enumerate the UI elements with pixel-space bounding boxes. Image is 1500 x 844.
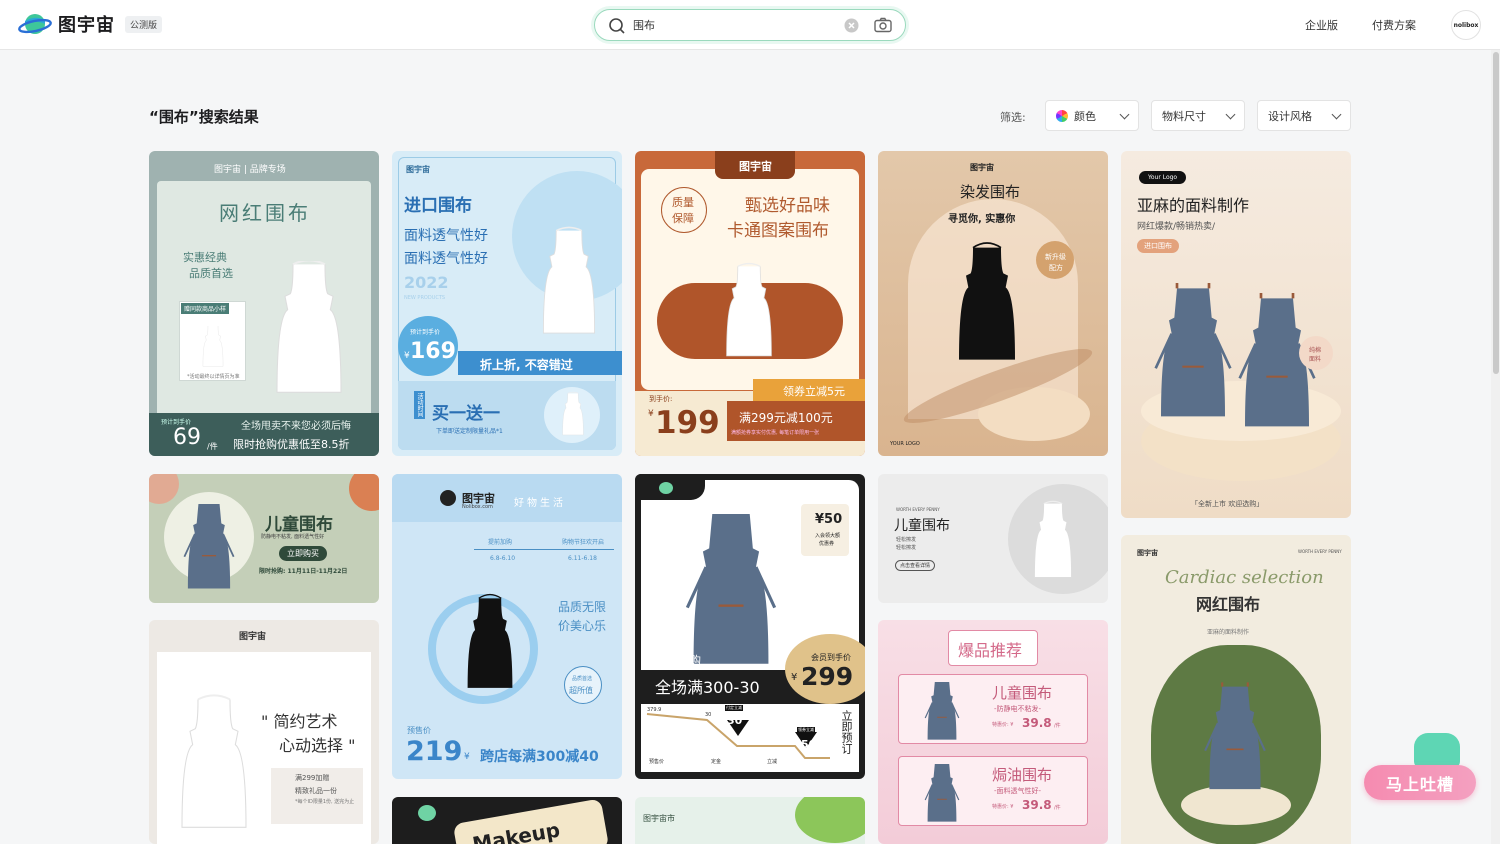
template-card-12[interactable]: 图宇宙 " 简约艺术 心动选择 " 满299加赠 精致礼品一份 *每个ID限量1…	[149, 620, 379, 844]
detail-button[interactable]: 点击查看详情	[895, 560, 936, 571]
filter-color-label: 颜色	[1074, 109, 1096, 123]
beta-badge: 公测版	[125, 15, 163, 33]
template-card-5[interactable]: Your Logo 亚麻的面料制作 网红爆款/畅销热卖/ 进口围布 纯棉 面料 …	[1121, 151, 1351, 518]
card-title: 亚麻的面料制作	[1137, 196, 1250, 215]
card-title: 爆品推荐	[958, 641, 1023, 660]
template-card-6[interactable]: 儿童围布 防静电不粘发, 面料透气性好 立即购买 限时抢购: 11月11日-11…	[149, 474, 379, 603]
card-title: 儿童围布	[265, 515, 333, 535]
buy-button[interactable]: 立即购买	[279, 546, 327, 561]
card-title: 儿童围布	[894, 518, 950, 534]
card-brand: 图宇宙	[739, 160, 772, 173]
card-title: 进口围布	[404, 196, 472, 216]
template-card-4[interactable]: 图宇宙 染发围布 寻觅你, 实惠你 新升级 配方 YOUR LOGO	[878, 151, 1108, 456]
template-card-1[interactable]: 图宇宙 | 品牌专场 网红围布 实惠经典 品质首选 赠同款商品小样 *活动最终以…	[149, 151, 379, 456]
chevron-down-icon	[1119, 109, 1130, 120]
apron-image	[174, 688, 254, 844]
filter-size[interactable]: 物料尺寸	[1151, 100, 1245, 131]
filter-size-label: 物料尺寸	[1162, 109, 1206, 123]
apron-image	[181, 504, 237, 592]
apron-image	[1153, 267, 1233, 443]
feedback-button[interactable]: 马上吐槽	[1364, 765, 1476, 800]
camera-icon[interactable]	[874, 17, 892, 33]
card-logo: Your Logo	[1139, 171, 1187, 184]
card-brand: 图宇宙	[239, 632, 267, 642]
apron-image	[683, 514, 779, 670]
color-wheel-icon	[1056, 109, 1068, 122]
apron-image	[922, 682, 962, 742]
feedback-mascot-icon[interactable]	[1414, 733, 1460, 769]
filter-style[interactable]: 设计风格	[1257, 100, 1351, 131]
card-title: 染发围布	[960, 183, 1021, 201]
search-input[interactable]	[633, 16, 833, 34]
page-title: “围布”搜索结果	[149, 108, 259, 126]
template-card-8[interactable]: ¥50 入会领大额 优惠券 会员到手价 ¥ 299 立即抢购 全场满300-30…	[635, 474, 865, 779]
template-card-2[interactable]: 图宇宙 进口围布 面料透气性好 面料透气性好 2022 NEW PRODUCTS…	[392, 151, 622, 456]
nav-pricing[interactable]: 付费方案	[1372, 17, 1416, 33]
logo-text: 图宇宙	[58, 15, 115, 36]
preorder-button[interactable]: 立即预订	[838, 710, 854, 754]
apron-image	[537, 219, 601, 349]
search-box[interactable]	[594, 9, 906, 41]
planet-logo-icon	[18, 14, 52, 34]
card-title: 网红围布	[1196, 595, 1261, 614]
card-brand: 图宇宙	[970, 163, 994, 172]
apron-image	[560, 391, 586, 439]
apron-image	[269, 261, 349, 401]
search-icon	[609, 18, 625, 34]
card-brand: 图宇宙 | 品牌专场	[214, 165, 286, 175]
apron-image	[952, 239, 1022, 373]
template-card-11[interactable]: 图宇宙 WORTH EVERY PENNY Cardiac selection …	[1121, 535, 1351, 844]
logo[interactable]: 图宇宙 公测版	[18, 11, 163, 37]
apron-image	[922, 764, 962, 824]
apron-image	[1030, 494, 1076, 590]
filter-label: 筛选:	[1000, 111, 1026, 124]
scrollbar-thumb[interactable]	[1493, 52, 1499, 374]
apron-image	[199, 326, 227, 368]
template-card-9[interactable]: WORTH EVERY PENNY 儿童围布 轻松擦发 轻松擦发 点击查看详情	[878, 474, 1108, 603]
apron-image	[462, 580, 518, 710]
card-brand: 图宇宙	[1137, 549, 1158, 557]
nav-enterprise[interactable]: 企业版	[1305, 17, 1338, 33]
template-card-14[interactable]: 图宇宙市	[635, 797, 865, 844]
card-brand: 图宇宙	[406, 165, 430, 174]
template-card-3[interactable]: 图宇宙 质量 保障 甄选好品味 卡通图案围布 领券立减5元 到手价: ¥ 199…	[635, 151, 865, 456]
template-card-13[interactable]: Makeup	[392, 797, 622, 844]
card-title: 网红围布	[219, 201, 311, 225]
apron-image	[1203, 675, 1267, 805]
clear-icon[interactable]	[844, 18, 859, 33]
avatar[interactable]: nolibox	[1451, 10, 1481, 40]
apron-image	[721, 255, 777, 371]
card-brand: 图宇宙市	[643, 814, 675, 823]
chevron-down-icon	[1225, 109, 1236, 120]
chevron-down-icon	[1331, 109, 1342, 120]
filter-style-label: 设计风格	[1268, 109, 1312, 123]
filter-color[interactable]: 颜色	[1045, 100, 1139, 131]
template-card-7[interactable]: 图宇宙 Nolibox.com 好物生活 提前加购 6.8-6.10 购物节狂欢…	[392, 474, 622, 779]
template-card-10[interactable]: 爆品推荐 儿童围布 -防静电不粘发- 特惠价: ¥ 39.8 /件 焗油围布 -…	[878, 620, 1108, 844]
top-bar: 图宇宙 公测版 企业版 付费方案 nolibox	[0, 0, 1500, 50]
